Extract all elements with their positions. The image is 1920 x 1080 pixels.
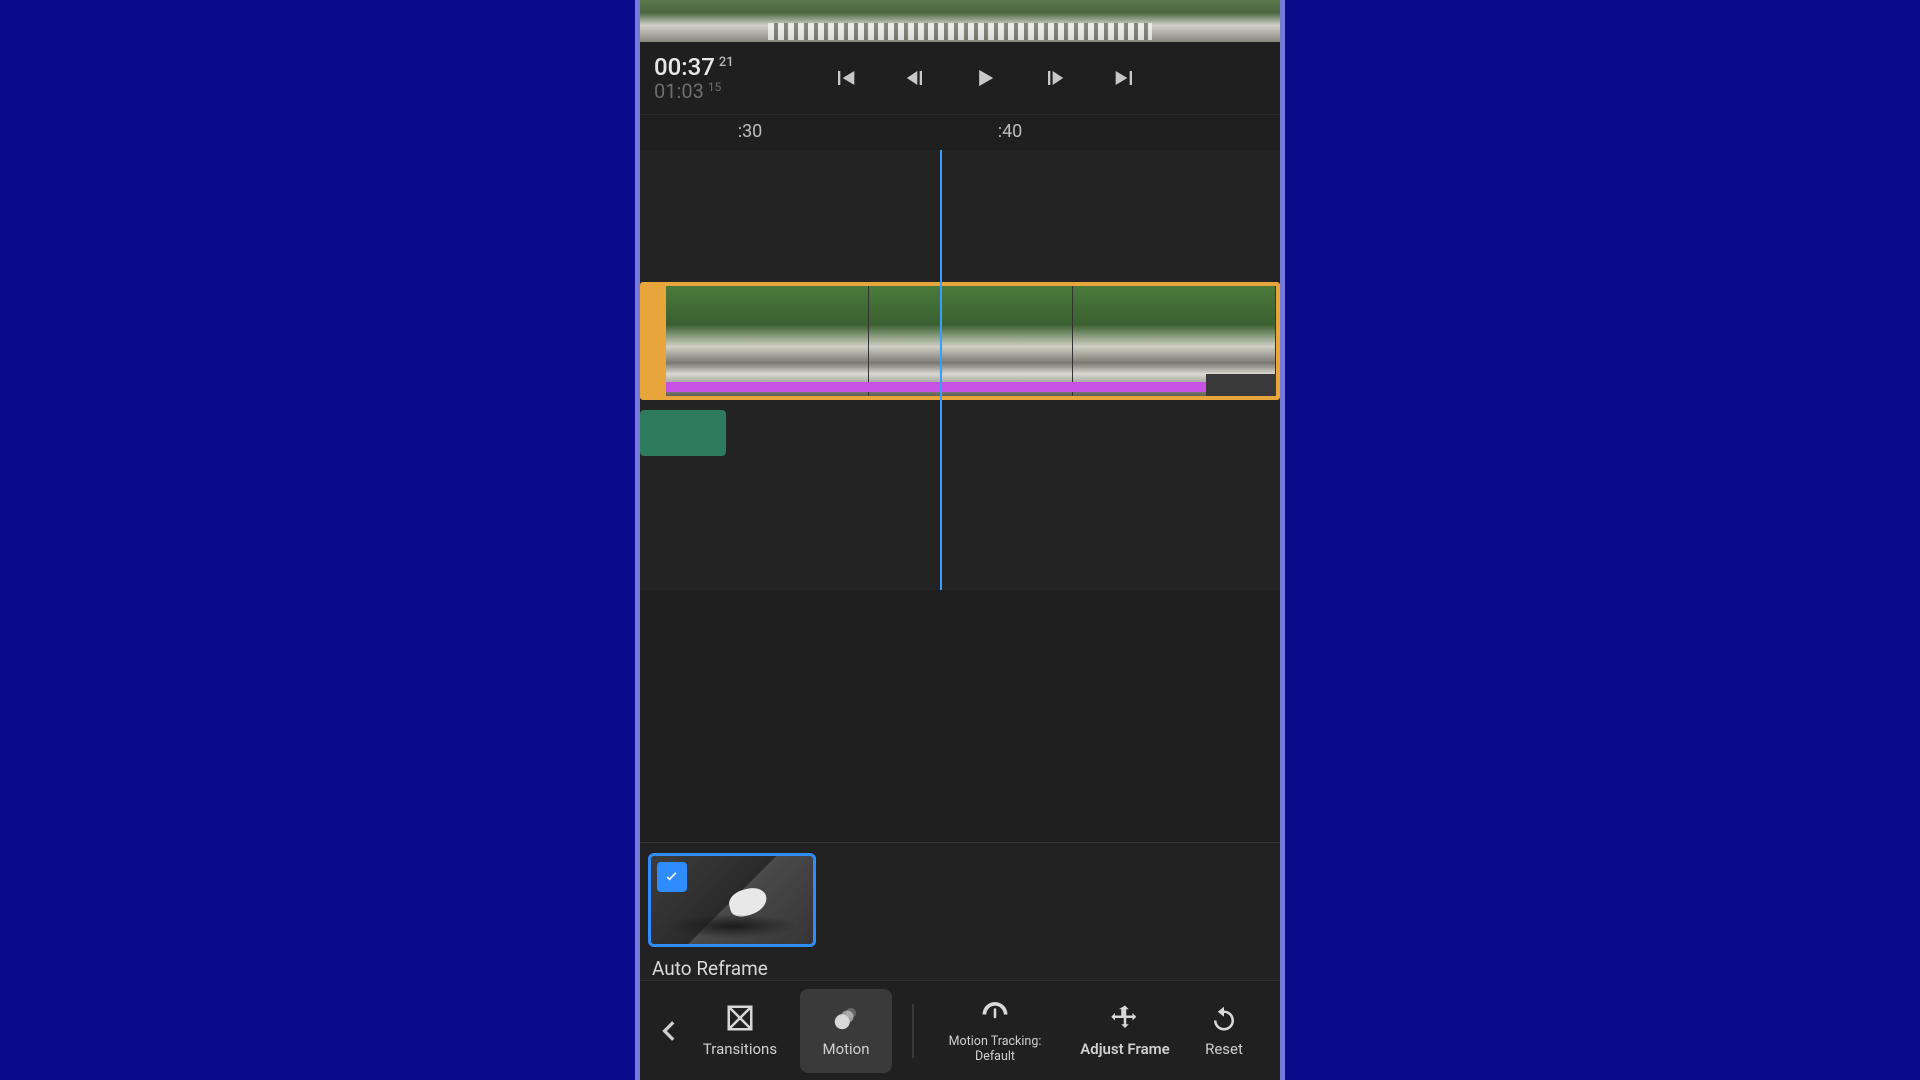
skip-end-button[interactable] — [1109, 62, 1141, 94]
time-display: 00:37 21 01:03 15 — [654, 54, 734, 102]
options-panel: Auto Reframe — [640, 842, 1280, 980]
bottom-toolbar: Transitions Motion Motion Tracking: Defa… — [640, 980, 1280, 1080]
timeline-ruler[interactable]: :30 :40 — [640, 114, 1280, 148]
auto-reframe-label: Auto Reframe — [648, 957, 1272, 980]
total-time: 01:03 15 — [654, 80, 734, 102]
adjust-frame-tool[interactable]: Adjust Frame — [1070, 989, 1180, 1073]
clip-gap — [1206, 374, 1276, 396]
motion-tracking-label: Motion Tracking: Default — [940, 1035, 1050, 1064]
adjust-frame-label: Adjust Frame — [1080, 1041, 1170, 1058]
total-time-value: 01:03 — [654, 79, 704, 103]
video-clip[interactable] — [640, 282, 1280, 400]
effect-indicator — [666, 382, 1206, 392]
move-icon — [1110, 1003, 1140, 1037]
play-button[interactable] — [969, 62, 1001, 94]
tools-scroll[interactable]: Transitions Motion Motion Tracking: Defa… — [694, 989, 1274, 1073]
current-frames: 21 — [719, 55, 734, 70]
transitions-tool[interactable]: Transitions — [694, 989, 786, 1073]
frame-forward-button[interactable] — [1039, 62, 1071, 94]
clip-thumbnail — [666, 286, 869, 396]
frame-back-button[interactable] — [899, 62, 931, 94]
clip-thumbnails — [666, 286, 1276, 396]
motion-label: Motion — [822, 1041, 869, 1058]
video-preview[interactable] — [640, 0, 1280, 42]
motion-icon — [831, 1003, 861, 1037]
undo-icon — [1209, 1003, 1239, 1037]
reset-label: Reset — [1205, 1041, 1243, 1058]
app-window: 00:37 21 01:03 15 :30 :40 — [635, 0, 1285, 1080]
transitions-icon — [725, 1003, 755, 1037]
transport-controls — [744, 62, 1266, 94]
timeline[interactable] — [640, 150, 1280, 590]
current-time-value: 00:37 — [654, 53, 715, 81]
motion-tracking-tool[interactable]: Motion Tracking: Default — [934, 989, 1056, 1073]
audio-clip[interactable] — [640, 410, 726, 456]
video-track — [640, 282, 1280, 400]
total-frames: 15 — [708, 80, 722, 94]
auto-reframe-option[interactable] — [648, 853, 816, 947]
motion-tool[interactable]: Motion — [800, 989, 892, 1073]
transitions-label: Transitions — [703, 1041, 777, 1058]
transport-bar: 00:37 21 01:03 15 — [640, 42, 1280, 114]
ruler-tick: :30 — [738, 121, 763, 142]
reset-tool[interactable]: Reset — [1194, 989, 1254, 1073]
gauge-icon — [980, 997, 1010, 1031]
toolbar-divider — [912, 1004, 914, 1058]
checkbox-checked-icon[interactable] — [657, 862, 687, 892]
back-button[interactable] — [646, 996, 694, 1066]
playhead[interactable] — [940, 150, 942, 590]
clip-thumbnail — [869, 286, 1072, 396]
ruler-tick: :40 — [998, 121, 1023, 142]
current-time: 00:37 21 — [654, 54, 734, 80]
skip-start-button[interactable] — [829, 62, 861, 94]
